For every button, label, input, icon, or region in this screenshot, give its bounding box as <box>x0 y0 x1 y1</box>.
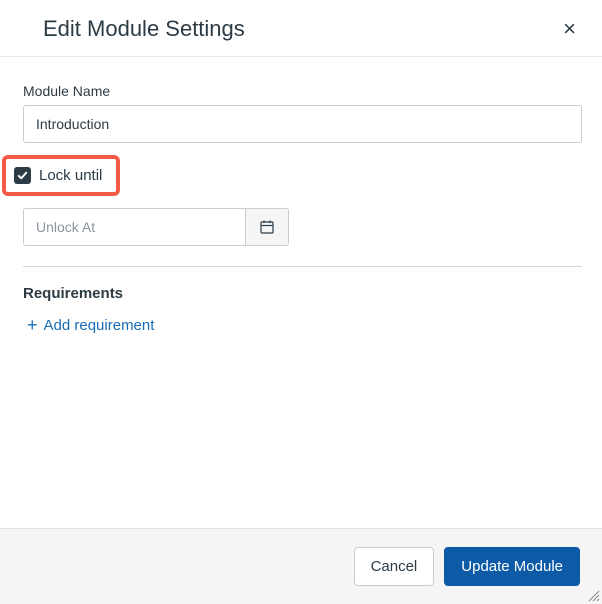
date-picker-button[interactable] <box>245 208 289 246</box>
close-icon: × <box>563 16 576 41</box>
edit-module-modal: Edit Module Settings × Module Name Lock … <box>0 0 602 604</box>
unlock-at-input[interactable] <box>23 208 245 246</box>
unlock-at-group <box>23 208 582 246</box>
requirements-title: Requirements <box>23 285 582 302</box>
modal-footer: Cancel Update Module <box>0 528 602 604</box>
module-name-label: Module Name <box>23 83 582 99</box>
calendar-icon <box>259 219 275 235</box>
module-name-group: Module Name <box>23 83 582 143</box>
resize-grip-icon <box>586 588 600 602</box>
modal-body: Module Name Lock until <box>0 57 602 528</box>
module-name-input[interactable] <box>23 105 582 143</box>
add-requirement-link[interactable]: + Add requirement <box>27 316 154 334</box>
update-module-button[interactable]: Update Module <box>444 547 580 586</box>
cancel-button[interactable]: Cancel <box>354 547 435 586</box>
close-button[interactable]: × <box>557 18 582 40</box>
add-requirement-label: Add requirement <box>44 317 155 334</box>
check-icon <box>17 170 28 181</box>
lock-until-highlight: Lock until <box>2 155 120 196</box>
plus-icon: + <box>27 316 38 334</box>
modal-header: Edit Module Settings × <box>0 0 602 57</box>
lock-until-checkbox[interactable] <box>14 167 31 184</box>
section-divider <box>23 266 582 267</box>
modal-title: Edit Module Settings <box>43 16 245 42</box>
lock-until-label: Lock until <box>39 167 102 184</box>
